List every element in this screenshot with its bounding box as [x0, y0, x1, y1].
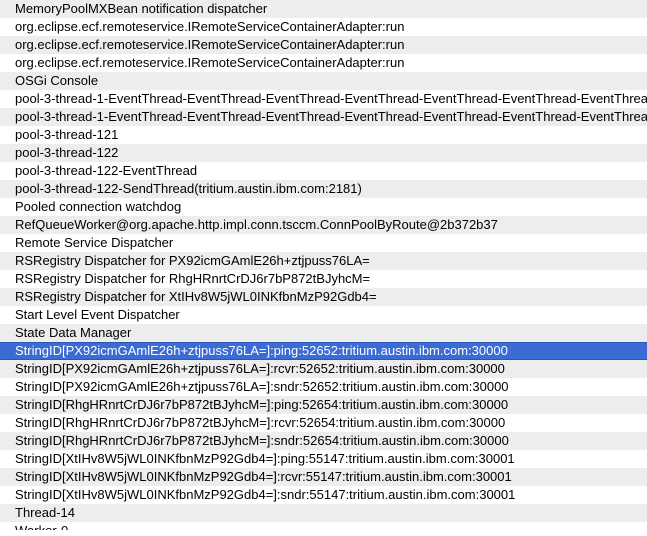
thread-name: Worker-0: [15, 522, 68, 530]
thread-row[interactable]: pool-3-thread-122-SendThread(tritium.aus…: [0, 180, 647, 198]
thread-row[interactable]: Worker-0: [0, 522, 647, 530]
thread-row[interactable]: org.eclipse.ecf.remoteservice.IRemoteSer…: [0, 18, 647, 36]
thread-name: StringID[XtIHv8W5jWL0INKfbnMzP92Gdb4=]:s…: [15, 487, 516, 502]
thread-row[interactable]: Remote Service Dispatcher: [0, 234, 647, 252]
thread-name: StringID[PX92icmGAmlE26h+ztjpuss76LA=]:r…: [15, 361, 505, 376]
thread-row[interactable]: pool-3-thread-122-EventThread: [0, 162, 647, 180]
thread-row[interactable]: StringID[XtIHv8W5jWL0INKfbnMzP92Gdb4=]:s…: [0, 486, 647, 504]
thread-name: Thread-14: [15, 505, 75, 520]
thread-row[interactable]: Start Level Event Dispatcher: [0, 306, 647, 324]
thread-name: Pooled connection watchdog: [15, 199, 182, 214]
thread-name: State Data Manager: [15, 325, 132, 340]
thread-name: StringID[PX92icmGAmlE26h+ztjpuss76LA=]:p…: [15, 343, 508, 358]
thread-row[interactable]: MemoryPoolMXBean notification dispatcher: [0, 0, 647, 18]
thread-name: pool-3-thread-122: [15, 145, 119, 160]
thread-name: org.eclipse.ecf.remoteservice.IRemoteSer…: [15, 19, 405, 34]
thread-row[interactable]: org.eclipse.ecf.remoteservice.IRemoteSer…: [0, 54, 647, 72]
thread-name: org.eclipse.ecf.remoteservice.IRemoteSer…: [15, 37, 405, 52]
thread-row[interactable]: Pooled connection watchdog: [0, 198, 647, 216]
thread-list[interactable]: MemoryPoolMXBean notification dispatcher…: [0, 0, 647, 536]
thread-name: Start Level Event Dispatcher: [15, 307, 180, 322]
thread-row[interactable]: StringID[RhgHRnrtCrDJ6r7bP872tBJyhcM=]:p…: [0, 396, 647, 414]
thread-row[interactable]: StringID[PX92icmGAmlE26h+ztjpuss76LA=]:r…: [0, 360, 647, 378]
thread-row[interactable]: org.eclipse.ecf.remoteservice.IRemoteSer…: [0, 36, 647, 54]
thread-row[interactable]: pool-3-thread-121: [0, 126, 647, 144]
thread-name: StringID[RhgHRnrtCrDJ6r7bP872tBJyhcM=]:r…: [15, 415, 506, 430]
thread-name: pool-3-thread-122-EventThread: [15, 163, 198, 178]
thread-name: org.eclipse.ecf.remoteservice.IRemoteSer…: [15, 55, 405, 70]
thread-name: pool-3-thread-121: [15, 127, 119, 142]
thread-name: RSRegistry Dispatcher for PX92icmGAmlE26…: [15, 253, 370, 268]
thread-row[interactable]: Thread-14: [0, 504, 647, 522]
thread-name: pool-3-thread-1-EventThread-EventThread-…: [15, 91, 647, 106]
thread-name: RSRegistry Dispatcher for RhgHRnrtCrDJ6r…: [15, 271, 371, 286]
thread-name: pool-3-thread-1-EventThread-EventThread-…: [15, 109, 647, 124]
thread-name: Remote Service Dispatcher: [15, 235, 174, 250]
thread-name: StringID[XtIHv8W5jWL0INKfbnMzP92Gdb4=]:p…: [15, 451, 515, 466]
thread-row[interactable]: RefQueueWorker@org.apache.http.impl.conn…: [0, 216, 647, 234]
thread-row[interactable]: RSRegistry Dispatcher for XtIHv8W5jWL0IN…: [0, 288, 647, 306]
thread-row[interactable]: StringID[RhgHRnrtCrDJ6r7bP872tBJyhcM=]:s…: [0, 432, 647, 450]
thread-row[interactable]: OSGi Console: [0, 72, 647, 90]
thread-name: StringID[RhgHRnrtCrDJ6r7bP872tBJyhcM=]:p…: [15, 397, 509, 412]
thread-name: pool-3-thread-122-SendThread(tritium.aus…: [15, 181, 362, 196]
thread-row[interactable]: StringID[PX92icmGAmlE26h+ztjpuss76LA=]:s…: [0, 378, 647, 396]
thread-row[interactable]: StringID[XtIHv8W5jWL0INKfbnMzP92Gdb4=]:r…: [0, 468, 647, 486]
thread-name: RefQueueWorker@org.apache.http.impl.conn…: [15, 217, 498, 232]
thread-name: RSRegistry Dispatcher for XtIHv8W5jWL0IN…: [15, 289, 377, 304]
thread-row[interactable]: pool-3-thread-122: [0, 144, 647, 162]
thread-row[interactable]: pool-3-thread-1-EventThread-EventThread-…: [0, 90, 647, 108]
thread-name: OSGi Console: [15, 73, 99, 88]
thread-row[interactable]: StringID[RhgHRnrtCrDJ6r7bP872tBJyhcM=]:r…: [0, 414, 647, 432]
thread-row[interactable]: RSRegistry Dispatcher for RhgHRnrtCrDJ6r…: [0, 270, 647, 288]
thread-row[interactable]: State Data Manager: [0, 324, 647, 342]
thread-row[interactable]: RSRegistry Dispatcher for PX92icmGAmlE26…: [0, 252, 647, 270]
thread-name: StringID[PX92icmGAmlE26h+ztjpuss76LA=]:s…: [15, 379, 509, 394]
thread-row-selected[interactable]: StringID[PX92icmGAmlE26h+ztjpuss76LA=]:p…: [0, 342, 647, 360]
thread-name: StringID[RhgHRnrtCrDJ6r7bP872tBJyhcM=]:s…: [15, 433, 509, 448]
thread-row[interactable]: StringID[XtIHv8W5jWL0INKfbnMzP92Gdb4=]:p…: [0, 450, 647, 468]
thread-name: MemoryPoolMXBean notification dispatcher: [15, 1, 268, 16]
thread-row[interactable]: pool-3-thread-1-EventThread-EventThread-…: [0, 108, 647, 126]
thread-name: StringID[XtIHv8W5jWL0INKfbnMzP92Gdb4=]:r…: [15, 469, 512, 484]
